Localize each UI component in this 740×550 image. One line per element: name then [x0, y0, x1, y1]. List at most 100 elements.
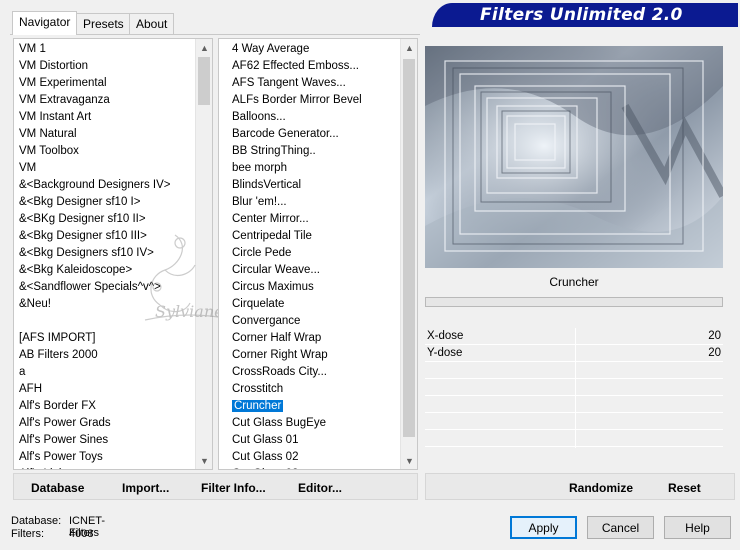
- filter-item[interactable]: bee morph: [226, 160, 400, 177]
- category-item[interactable]: VM Toolbox: [14, 143, 195, 160]
- param-row-empty: [425, 362, 723, 379]
- filter-scrollbar[interactable]: ▲ ▼: [400, 39, 417, 469]
- filter-item[interactable]: BlindsVertical: [226, 177, 400, 194]
- category-item[interactable]: VM: [14, 160, 195, 177]
- category-item[interactable]: &<Background Designers IV>: [14, 177, 195, 194]
- filter-item-label: Cut Glass BugEye: [232, 417, 326, 429]
- category-item[interactable]: &<BKg Designer sf10 II>: [14, 211, 195, 228]
- filter-item-label: Centripedal Tile: [232, 230, 312, 242]
- filter-item[interactable]: BB StringThing..: [226, 143, 400, 160]
- param-row[interactable]: Y-dose 20: [425, 345, 723, 362]
- filter-item-label: Center Mirror...: [232, 213, 309, 225]
- filter-item[interactable]: Convergance: [226, 313, 400, 330]
- filter-item-label: Circular Weave...: [232, 264, 320, 276]
- filter-item-label: CrossRoads City...: [232, 366, 328, 378]
- category-item[interactable]: Alf's Power Sines: [14, 432, 195, 449]
- category-item[interactable]: [14, 313, 195, 330]
- category-list-panel: VM 1 VM Distortion VM Experimental VM Extra…: [13, 38, 213, 470]
- scroll-down-icon[interactable]: ▼: [196, 452, 212, 469]
- scroll-up-icon[interactable]: ▲: [196, 39, 212, 56]
- filter-item[interactable]: Cut Glass 03: [226, 466, 400, 469]
- left-button-bar: Database Import... Filter Info... Editor…: [13, 473, 418, 500]
- filter-list[interactable]: 4 Way Average AF62 Effected Emboss... AFS …: [219, 39, 400, 469]
- scroll-up-icon[interactable]: ▲: [401, 39, 417, 56]
- category-item[interactable]: VM 1: [14, 41, 195, 58]
- cancel-button[interactable]: Cancel: [587, 516, 654, 539]
- category-item[interactable]: Alf's Links: [14, 466, 195, 469]
- tab-navigator[interactable]: Navigator: [12, 11, 78, 35]
- category-scrollbar[interactable]: ▲ ▼: [195, 39, 212, 469]
- filter-scroll-thumb[interactable]: [403, 59, 415, 437]
- import-button[interactable]: Import...: [122, 481, 169, 495]
- category-item[interactable]: Alf's Power Grads: [14, 415, 195, 432]
- category-item[interactable]: VM Experimental: [14, 75, 195, 92]
- filter-item[interactable]: ALFs Border Mirror Bevel: [226, 92, 400, 109]
- apply-button[interactable]: Apply: [510, 516, 577, 539]
- filter-item[interactable]: Corner Half Wrap: [226, 330, 400, 347]
- param-row[interactable]: X-dose 20: [425, 328, 723, 345]
- filter-item[interactable]: Cirquelate: [226, 296, 400, 313]
- category-item[interactable]: a: [14, 364, 195, 381]
- category-item[interactable]: AB Filters 2000: [14, 347, 195, 364]
- filter-item-label: Crosstitch: [232, 383, 284, 395]
- param-value[interactable]: 20: [708, 330, 721, 342]
- filter-item[interactable]: Center Mirror...: [226, 211, 400, 228]
- scroll-down-icon[interactable]: ▼: [401, 452, 417, 469]
- tab-about[interactable]: About: [129, 13, 175, 34]
- category-item[interactable]: VM Instant Art: [14, 109, 195, 126]
- filter-item[interactable]: Barcode Generator...: [226, 126, 400, 143]
- category-item[interactable]: Alf's Power Toys: [14, 449, 195, 466]
- filter-item-label: bee morph: [232, 162, 287, 174]
- category-item[interactable]: VM Extravaganza: [14, 92, 195, 109]
- category-scroll-thumb[interactable]: [198, 57, 210, 105]
- filter-item[interactable]: Corner Right Wrap: [226, 347, 400, 364]
- filter-info-button[interactable]: Filter Info...: [201, 481, 266, 495]
- filter-item[interactable]: Cut Glass 01: [226, 432, 400, 449]
- category-item[interactable]: &<Bkg Designers sf10 IV>: [14, 245, 195, 262]
- filter-item[interactable]: Balloons...: [226, 109, 400, 126]
- filter-item-selected[interactable]: Cruncher: [226, 398, 400, 415]
- filter-item[interactable]: Blur 'em!...: [226, 194, 400, 211]
- filter-item[interactable]: AFS Tangent Waves...: [226, 75, 400, 92]
- param-row-empty: [425, 379, 723, 396]
- category-item[interactable]: &<Bkg Designer sf10 I>: [14, 194, 195, 211]
- category-item[interactable]: VM Natural: [14, 126, 195, 143]
- filter-item[interactable]: Cut Glass BugEye: [226, 415, 400, 432]
- filter-item-label: Blur 'em!...: [232, 196, 287, 208]
- reset-button[interactable]: Reset: [668, 481, 701, 495]
- filter-progress-bar: [425, 297, 723, 307]
- filter-item[interactable]: AF62 Effected Emboss...: [226, 58, 400, 75]
- right-button-bar: Randomize Reset: [425, 473, 735, 500]
- filter-list-panel: 4 Way Average AF62 Effected Emboss... AFS …: [218, 38, 418, 470]
- category-item[interactable]: &<Bkg Designer sf10 III>: [14, 228, 195, 245]
- param-value[interactable]: 20: [708, 347, 721, 359]
- category-item[interactable]: &<Sandflower Specials^v^>: [14, 279, 195, 296]
- category-list[interactable]: VM 1 VM Distortion VM Experimental VM Extra…: [14, 39, 195, 469]
- filter-item[interactable]: Circular Weave...: [226, 262, 400, 279]
- category-item[interactable]: VM Distortion: [14, 58, 195, 75]
- filter-item[interactable]: Crosstitch: [226, 381, 400, 398]
- filter-item-label: Cut Glass 02: [232, 451, 299, 463]
- randomize-button[interactable]: Randomize: [569, 481, 633, 495]
- category-item[interactable]: [AFS IMPORT]: [14, 330, 195, 347]
- filter-item[interactable]: Circus Maximus: [226, 279, 400, 296]
- editor-button[interactable]: Editor...: [298, 481, 342, 495]
- tab-presets[interactable]: Presets: [76, 13, 131, 34]
- category-item[interactable]: AFH: [14, 381, 195, 398]
- filter-item[interactable]: Circle Pede: [226, 245, 400, 262]
- category-item[interactable]: Alf's Border FX: [14, 398, 195, 415]
- database-button[interactable]: Database: [31, 481, 84, 495]
- category-item[interactable]: &Neu!: [14, 296, 195, 313]
- filter-item[interactable]: CrossRoads City...: [226, 364, 400, 381]
- param-name: Y-dose: [427, 347, 463, 359]
- app-title-banner: Filters Unlimited 2.0: [432, 3, 738, 27]
- filter-item-label: Circle Pede: [232, 247, 292, 259]
- filter-item[interactable]: Cut Glass 02: [226, 449, 400, 466]
- parameter-table: X-dose 20 Y-dose 20: [425, 328, 723, 447]
- filter-item[interactable]: 4 Way Average: [226, 41, 400, 58]
- param-name: X-dose: [427, 330, 464, 342]
- category-item[interactable]: &<Bkg Kaleidoscope>: [14, 262, 195, 279]
- help-button[interactable]: Help: [664, 516, 731, 539]
- filter-item[interactable]: Centripedal Tile: [226, 228, 400, 245]
- filter-item-label: BlindsVertical: [232, 179, 302, 191]
